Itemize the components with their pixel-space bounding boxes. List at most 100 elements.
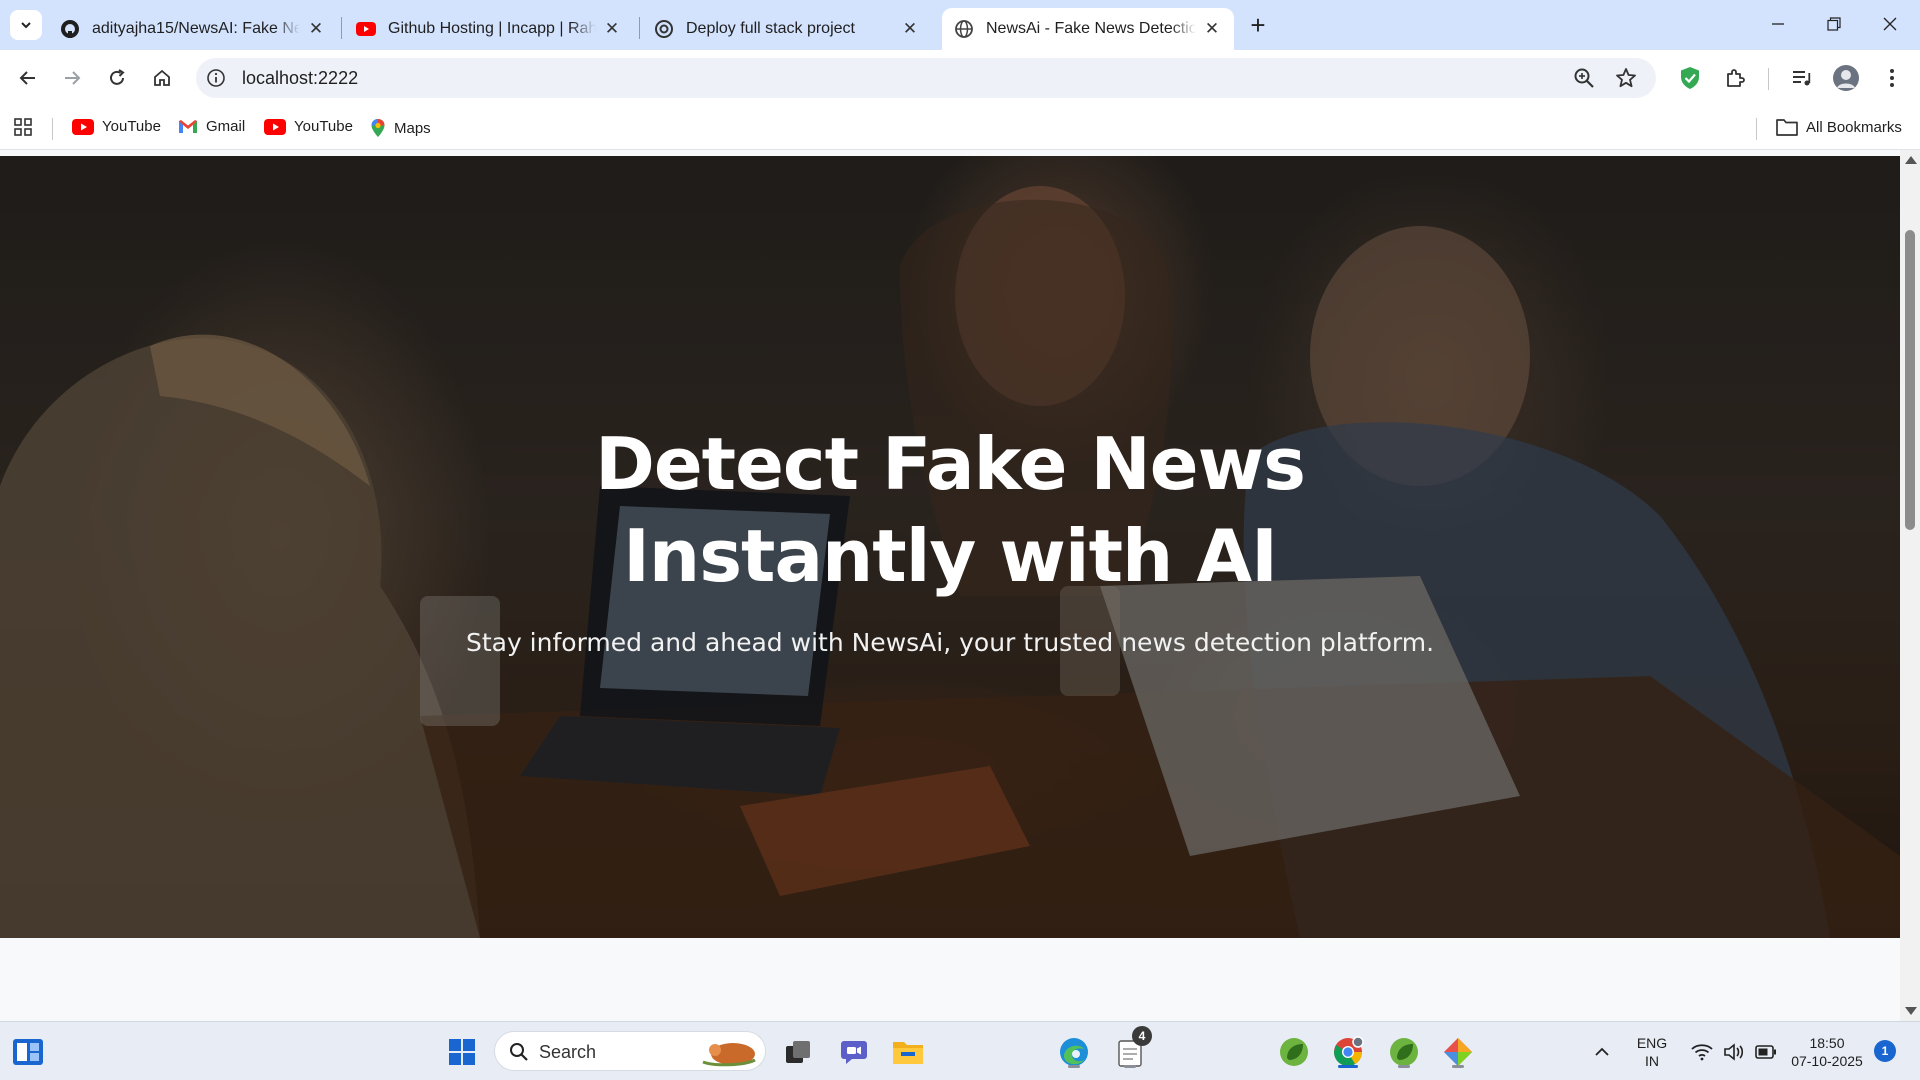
chevron-up-icon [1595, 1047, 1609, 1056]
bookmark-youtube[interactable]: YouTube [72, 118, 161, 135]
running-indicator [1124, 1065, 1136, 1068]
edge-icon [1060, 1038, 1088, 1066]
running-indicator [1398, 1065, 1410, 1068]
profile-avatar[interactable] [1830, 62, 1862, 94]
media-queue-icon [1793, 71, 1811, 86]
diamond-app-icon [1444, 1038, 1472, 1066]
language-indicator[interactable]: ENG IN [1632, 1034, 1672, 1070]
youtube-icon [264, 118, 286, 135]
dev-tool-button[interactable] [1438, 1032, 1478, 1072]
hero-title-line-1: Detect Fake News [595, 422, 1306, 506]
avatar-icon [1833, 65, 1859, 91]
bookmark-label: Maps [394, 119, 431, 137]
new-tab-button[interactable]: + [1244, 12, 1272, 40]
search-icon [510, 1043, 528, 1061]
youtube-icon [72, 118, 94, 135]
browser-toolbar: localhost:2222 [0, 50, 1920, 106]
volume-icon [1724, 1043, 1744, 1061]
scroll-thumb[interactable] [1905, 230, 1915, 530]
spring-app-button-2[interactable] [1384, 1032, 1424, 1072]
all-bookmarks-button[interactable]: All Bookmarks [1776, 118, 1902, 136]
back-button[interactable] [12, 62, 44, 94]
maps-icon [370, 118, 386, 138]
clock-time: 18:50 [1809, 1035, 1845, 1051]
search-highlight-icon [702, 1043, 756, 1067]
chevron-down-icon [21, 22, 31, 29]
tab-title: Github Hosting | Incapp | Rahul [388, 20, 596, 37]
task-view-button[interactable] [778, 1032, 818, 1072]
folder-icon [1776, 118, 1798, 136]
tab-youtube[interactable]: Github Hosting | Incapp | Rahul ✕ [344, 8, 634, 50]
notepad-badge: 4 [1132, 1026, 1152, 1046]
hero-title-line-2: Instantly with AI [623, 514, 1278, 598]
close-window-button[interactable] [1862, 0, 1918, 48]
github-icon [60, 19, 80, 39]
restore-button[interactable] [1806, 0, 1862, 48]
windows-taskbar: Search 4 ENG IN 18:50 07-10-2025 1 [0, 1021, 1920, 1080]
bookmark-youtube[interactable]: YouTube [264, 118, 353, 135]
address-bar[interactable]: localhost:2222 [196, 58, 1656, 98]
shield-icon [1681, 67, 1699, 89]
reload-button[interactable] [101, 62, 133, 94]
bookmark-label: YouTube [294, 118, 353, 135]
widgets-button[interactable] [8, 1032, 48, 1072]
bookmarks-bar: YouTube Gmail YouTube Maps All Bookmarks [0, 106, 1920, 150]
tab-search-button[interactable] [10, 10, 42, 40]
home-button[interactable] [146, 62, 178, 94]
tab-chatgpt[interactable]: Deploy full stack project ✕ [642, 8, 932, 50]
chrome-button[interactable] [1328, 1032, 1368, 1072]
minimize-button[interactable] [1750, 0, 1806, 48]
tab-divider [639, 17, 640, 39]
site-info-icon[interactable] [204, 66, 228, 90]
forward-button[interactable] [56, 62, 88, 94]
arrow-right-icon [65, 71, 81, 85]
bookmark-maps[interactable]: Maps [370, 118, 431, 138]
bookmark-label: Gmail [206, 118, 246, 135]
windows-logo-icon [449, 1039, 475, 1065]
puzzle-icon [1727, 69, 1745, 87]
tab-newsai[interactable]: NewsAi - Fake News Detection ✕ [942, 8, 1234, 50]
close-tab-icon[interactable]: ✕ [602, 19, 622, 39]
url-text: localhost:2222 [242, 68, 359, 88]
page-scrollbar[interactable] [1900, 150, 1920, 1021]
file-explorer-button[interactable] [888, 1032, 928, 1072]
system-status-button[interactable] [1680, 1032, 1788, 1072]
close-tab-icon[interactable]: ✕ [1202, 19, 1222, 39]
bookmarks-divider [52, 118, 53, 140]
show-hidden-icons-button[interactable] [1582, 1032, 1622, 1072]
chat-icon [841, 1041, 867, 1064]
openai-icon [654, 19, 674, 39]
bookmark-gmail[interactable]: Gmail [178, 118, 245, 135]
zoom-icon[interactable] [1572, 66, 1596, 95]
hero-section: Detect Fake News Instantly with AI Stay … [0, 156, 1900, 938]
wifi-icon [1691, 1044, 1713, 1061]
edge-button[interactable] [1054, 1032, 1094, 1072]
home-icon [154, 69, 170, 86]
gmail-icon [178, 119, 198, 134]
taskbar-search[interactable]: Search [494, 1031, 766, 1071]
tab-github[interactable]: adityajha15/NewsAI: Fake News ✕ [48, 8, 338, 50]
teams-chat-button[interactable] [834, 1032, 874, 1072]
media-controls-button[interactable] [1786, 62, 1818, 94]
clock[interactable]: 18:50 07-10-2025 [1782, 1034, 1872, 1070]
scroll-up-arrow-icon[interactable] [1905, 156, 1917, 164]
close-tab-icon[interactable]: ✕ [306, 19, 326, 39]
bookmark-star-icon[interactable] [1614, 66, 1638, 95]
notification-badge[interactable]: 1 [1874, 1040, 1896, 1062]
close-tab-icon[interactable]: ✕ [900, 19, 920, 39]
extension-shield-button[interactable] [1674, 62, 1706, 94]
close-icon [1883, 17, 1897, 31]
bookmarks-divider [1756, 118, 1757, 140]
extensions-button[interactable] [1720, 62, 1752, 94]
tab-strip: adityajha15/NewsAI: Fake News ✕ Github H… [0, 0, 1920, 50]
notepad-button[interactable]: 4 [1110, 1026, 1152, 1072]
restore-icon [1827, 17, 1841, 31]
spring-app-button[interactable] [1274, 1032, 1314, 1072]
running-indicator [1068, 1065, 1080, 1068]
browser-menu-button[interactable] [1876, 62, 1908, 94]
start-button[interactable] [442, 1032, 482, 1072]
page-viewport: Detect Fake News Instantly with AI Stay … [0, 150, 1920, 1021]
active-indicator [1338, 1065, 1358, 1068]
apps-button[interactable] [14, 118, 32, 136]
scroll-down-arrow-icon[interactable] [1905, 1007, 1917, 1015]
